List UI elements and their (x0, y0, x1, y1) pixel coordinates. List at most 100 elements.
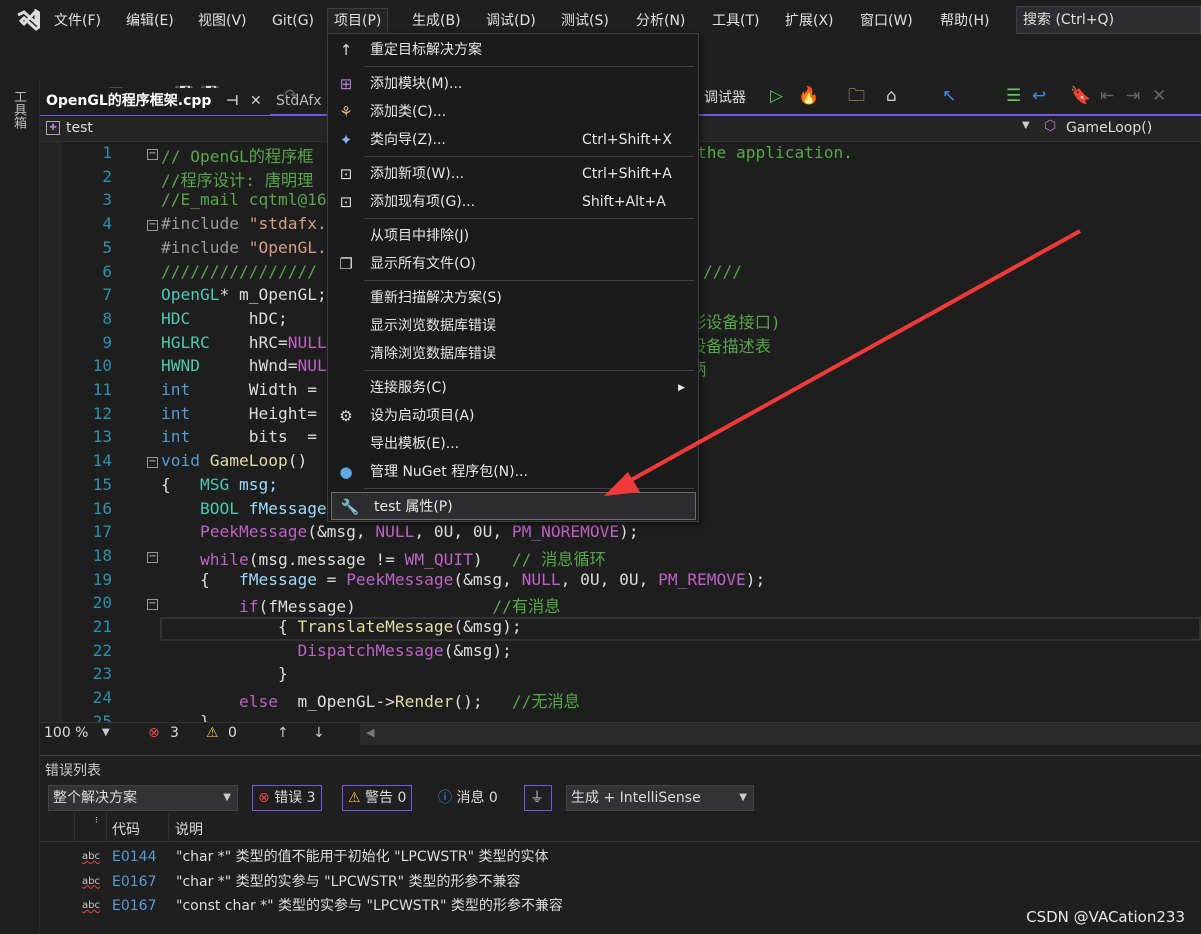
menu-item-16[interactable]: 连接服务(C) ▶ (328, 374, 698, 402)
search-box[interactable]: 搜索 (Ctrl+Q) (1016, 6, 1201, 34)
error-code[interactable]: E0144 (112, 845, 156, 869)
menu-8[interactable]: 分析(N) (636, 10, 685, 32)
pin-icon[interactable]: ⊣ (226, 88, 239, 115)
line-number: 2 (102, 166, 112, 186)
warning-count[interactable]: 0 (228, 725, 237, 741)
menu-6[interactable]: 调试(D) (486, 10, 536, 32)
menu-9[interactable]: 工具(T) (712, 10, 759, 32)
menu-item-label: 导出模板(E)... (370, 436, 460, 452)
menu-item-9[interactable]: 从项目中排除(J) (328, 222, 698, 250)
code-token: //////////////// (161, 261, 317, 281)
member-dropdown[interactable]: GameLoop() (1066, 120, 1152, 136)
warnings-filter-button[interactable]: ⚠ 警告 0 (342, 785, 413, 811)
editor-margin (40, 142, 62, 722)
fold-toggle[interactable]: − (147, 599, 158, 611)
next-issue-icon[interactable]: ↓ (313, 725, 325, 741)
errors-filter-button[interactable]: ⊗ 错误 3 (252, 785, 322, 811)
sort-icon[interactable]: ⁝ (95, 816, 98, 826)
line-number: 10 (92, 356, 112, 376)
code-token: if (238, 597, 259, 617)
error-count[interactable]: 3 (170, 725, 179, 741)
chevron-down-icon[interactable]: ▼ (1022, 120, 1030, 131)
horizontal-scrollbar[interactable]: ◀ (360, 723, 1201, 745)
menu-0[interactable]: 文件(F) (54, 10, 101, 32)
code-line: { MSG msg; (161, 475, 278, 494)
menu-item-4[interactable]: ✦ 类向导(Z)... Ctrl+Shift+X (328, 126, 698, 154)
menu-item-6[interactable]: ⊡ 添加新项(W)... Ctrl+Shift+A (328, 160, 698, 188)
menu-3[interactable]: Git(G) (272, 10, 314, 32)
menu-12[interactable]: 帮助(H) (940, 10, 989, 32)
fold-toggle[interactable]: − (147, 149, 158, 160)
menu-4[interactable]: 项目(P) (327, 8, 389, 34)
spelling-error-icon: abc (82, 851, 100, 862)
prev-issue-icon[interactable]: ↑ (277, 725, 289, 741)
error-row[interactable]: abc E0167 "char *" 类型的实参与 "LPCWSTR" 类型的形参不… (40, 870, 1201, 894)
column-code[interactable]: 代码 (112, 819, 140, 839)
chevron-down-icon[interactable]: ▼ (102, 727, 110, 738)
menu-item-13[interactable]: 显示浏览数据库错误 (328, 312, 698, 340)
line-number: 5 (102, 237, 112, 257)
fold-toggle[interactable]: − (147, 220, 158, 232)
code-token: NULL (287, 332, 327, 352)
menu-item-12[interactable]: 重新扫描解决方案(S) (328, 284, 698, 312)
menu-item-label: test 属性(P) (374, 499, 453, 515)
line-number: 1 (102, 143, 112, 162)
toolbox-tab[interactable]: 工具箱 (11, 90, 28, 129)
zoom-level[interactable]: 100 % (44, 725, 88, 741)
code-line: int Height= 6 (161, 404, 336, 423)
error-code[interactable]: E0167 (112, 870, 156, 894)
menu-item-14[interactable]: 清除浏览数据库错误 (328, 340, 698, 368)
menu-5[interactable]: 生成(B) (412, 10, 461, 32)
code-token: ); (745, 569, 766, 589)
menu-item-2[interactable]: ⊞ 添加模块(M)... (328, 70, 698, 98)
menu-2[interactable]: 视图(V) (198, 10, 247, 32)
code-token: () (287, 451, 308, 471)
code-line: int bits = 1 (161, 427, 336, 446)
scope-dropdown[interactable]: 整个解决方案 ▼ (48, 785, 238, 811)
code-token: // OpenGL的程序框 (161, 147, 314, 166)
error-row[interactable]: abc E0144 "char *" 类型的值不能用于初始化 "LPCWSTR" 类… (40, 845, 1201, 869)
column-description[interactable]: 说明 (175, 819, 203, 839)
method-icon: ⬡ (1044, 118, 1057, 134)
fold-toggle[interactable]: − (147, 457, 158, 469)
code-token: , 0U, 0U, (560, 569, 659, 589)
menu-item-19[interactable]: ● 管理 NuGet 程序包(N)... (328, 458, 698, 486)
menu-item-17[interactable]: ⚙ 设为启动项目(A) (328, 402, 698, 430)
menu-item-18[interactable]: 导出模板(E)... (328, 430, 698, 458)
line-number: 13 (92, 427, 112, 447)
menu-1[interactable]: 编辑(E) (126, 10, 174, 32)
fold-toggle[interactable]: − (147, 551, 158, 563)
menu-item-7[interactable]: ⊡ 添加现有项(G)... Shift+Alt+A (328, 188, 698, 216)
tab-opengl-cpp[interactable]: OpenGL的程序框架.cpp ⊣ ✕ (40, 88, 270, 115)
code-token: DispatchMessage (297, 640, 444, 660)
warnings-label: 警告 0 (365, 790, 407, 806)
code-line: OpenGL* m_OpenGL; (161, 285, 327, 304)
close-icon[interactable]: ✕ (250, 88, 262, 115)
code-token: * m_OpenGL; (219, 285, 327, 305)
menu-10[interactable]: 扩展(X) (785, 10, 834, 32)
menu-11[interactable]: 窗口(W) (860, 10, 913, 32)
menu-separator (364, 218, 694, 219)
code-token: ); (619, 522, 639, 542)
messages-filter-button[interactable]: ⓘ 消息 0 (432, 785, 504, 811)
project-dropdown[interactable]: test (66, 120, 93, 136)
errors-label: 错误 3 (274, 790, 316, 806)
code-token: else (238, 692, 278, 712)
menu-item-3[interactable]: ⚘ 添加类(C)... (328, 98, 698, 126)
line-number: 9 (102, 332, 112, 352)
line-number: 15 (92, 474, 112, 494)
filter-button[interactable]: ⏚ (524, 785, 552, 811)
menu-7[interactable]: 测试(S) (561, 10, 609, 32)
source-value: 生成 + IntelliSense (571, 790, 701, 806)
source-dropdown[interactable]: 生成 + IntelliSense ▼ (566, 785, 754, 811)
menu-item-10[interactable]: ❐ 显示所有文件(O) (328, 250, 698, 278)
visual-studio-logo-icon[interactable] (16, 9, 40, 31)
menu-item-0[interactable]: ↑ 重定目标解决方案 (328, 36, 698, 64)
project-icon: ✚ (46, 121, 60, 135)
code-line: { TranslateMessage(&msg); (161, 617, 522, 636)
code-line: DispatchMessage(&msg); (161, 640, 511, 660)
tab-stdafx[interactable]: StdAfx (270, 88, 328, 115)
error-code[interactable]: E0167 (112, 894, 156, 918)
menu-item-21[interactable]: 🔧 test 属性(P) (331, 492, 696, 520)
